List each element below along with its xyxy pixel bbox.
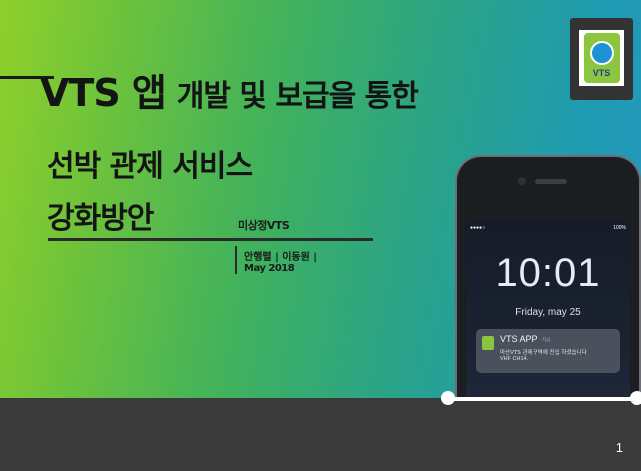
- presentation-date: May 2018: [244, 263, 295, 274]
- footer-bar: 1: [0, 398, 641, 471]
- slider-line: [448, 397, 637, 401]
- author-separator: [235, 246, 237, 274]
- page-number: 1: [615, 440, 623, 455]
- team-name: 미상정VTS: [238, 219, 290, 232]
- slide: VTS 앱 개발 및 보급을 통한 선박 관제 서비스 강화방안 미상정VTS …: [0, 0, 641, 471]
- lock-clock: 10:01: [495, 251, 601, 295]
- speaker-icon: [535, 179, 567, 184]
- status-bar: ●●●●○ 100%: [470, 225, 626, 231]
- notification-app: VTS APP: [500, 334, 538, 344]
- signal-indicator: ●●●●○: [470, 225, 486, 231]
- lock-date: Friday, may 25: [515, 307, 581, 318]
- lock-screen: ●●●●○ 100% 10:01 Friday, may 25 VTS APP …: [466, 221, 630, 402]
- notification-channel: VHF CH14.: [500, 356, 529, 362]
- authors: 안행렬 | 이동원 |: [244, 252, 317, 263]
- slider-knob-right: [630, 391, 641, 405]
- battery-indicator: 100%: [613, 225, 626, 231]
- vts-app-icon: [482, 336, 494, 350]
- title-vts: VTS 앱: [40, 71, 167, 115]
- notification-message: 마산VTS 관제구역에 진입 하셨습니다: [500, 350, 587, 356]
- phone-mockup: ●●●●○ 100% 10:01 Friday, may 25 VTS APP …: [455, 155, 641, 402]
- app-logo-frame: VTS: [570, 18, 633, 100]
- title-line-1: VTS 앱 개발 및 보급을 통한: [40, 71, 419, 115]
- title-line-3: 강화방안: [47, 201, 154, 236]
- camera-icon: [518, 177, 526, 185]
- title-underline: [48, 238, 373, 241]
- title-rest: 개발 및 보급을 통한: [176, 79, 419, 114]
- title-line-2: 선박 관제 서비스: [47, 149, 253, 184]
- logo-label: VTS: [592, 68, 611, 78]
- slider-knob-left: [441, 391, 455, 405]
- notification-time: 지금: [542, 338, 551, 343]
- notification-card[interactable]: VTS APP 지금 마산VTS 관제구역에 진입 하셨습니다 VHF CH14…: [476, 329, 620, 373]
- compass-logo-icon: VTS: [583, 33, 620, 83]
